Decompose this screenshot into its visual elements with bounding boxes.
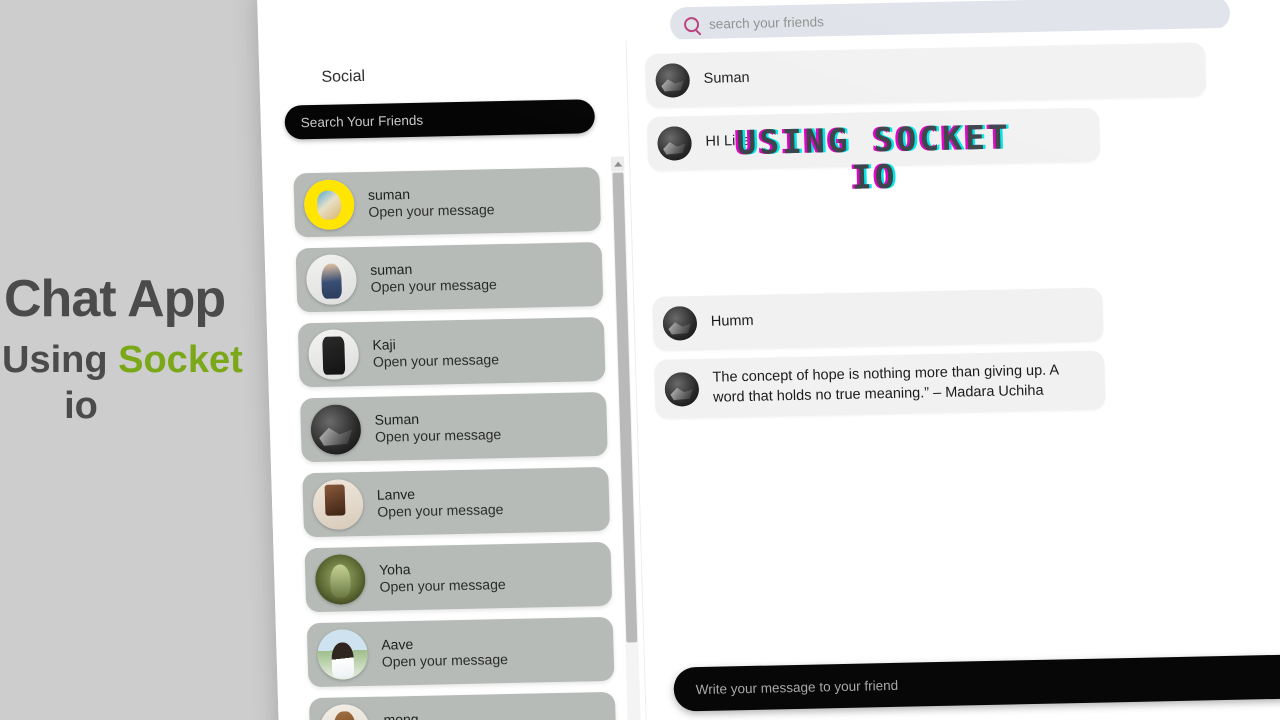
avatar bbox=[303, 179, 355, 231]
promo-line-1: Chat App bbox=[4, 270, 226, 328]
friend-search-input[interactable]: Search Your Friends bbox=[284, 99, 596, 140]
friend-subtitle: Open your message bbox=[381, 651, 509, 670]
chat-panel: Suman HI Lisa Oh Do the per bbox=[626, 25, 1280, 720]
message-input-placeholder: Write your message to your friend bbox=[695, 677, 899, 697]
friend-list-item[interactable]: suman Open your message bbox=[293, 167, 602, 238]
avatar bbox=[305, 254, 358, 306]
message-row: n bbox=[638, 417, 1280, 475]
message-bubble[interactable]: Humm bbox=[652, 287, 1104, 352]
friend-subtitle: Open your message bbox=[370, 276, 497, 295]
avatar bbox=[314, 554, 367, 606]
avatar bbox=[319, 703, 371, 720]
scroll-up-button[interactable] bbox=[610, 156, 625, 171]
promo-line-2: Using Socket bbox=[0, 337, 302, 385]
friend-list-item[interactable]: mong Open your message bbox=[308, 691, 617, 720]
message-list[interactable]: Suman HI Lisa Oh Do the per bbox=[626, 26, 1280, 646]
friend-list-item[interactable]: Kaji Open your message bbox=[297, 316, 606, 388]
message-text: Suman bbox=[703, 70, 750, 88]
promo-title: Chat App Using Socket io bbox=[0, 272, 302, 430]
promo-line-2-prefix: Using bbox=[2, 338, 119, 381]
avatar bbox=[655, 63, 691, 98]
avatar bbox=[316, 628, 369, 681]
avatar bbox=[310, 404, 362, 456]
message-row: The concept of hope is nothing more than… bbox=[636, 346, 1280, 420]
friend-subtitle: Open your message bbox=[372, 351, 500, 370]
message-input[interactable]: Write your message to your friend bbox=[673, 650, 1280, 712]
friend-subtitle: Open your message bbox=[368, 201, 495, 220]
friend-name: mong bbox=[383, 710, 419, 720]
friend-search-placeholder: Search Your Friends bbox=[300, 112, 424, 130]
friend-subtitle: Open your message bbox=[374, 426, 502, 445]
app-window: search your friends Social Search Your F… bbox=[256, 0, 1280, 720]
friend-list-item[interactable]: Suman Open your message bbox=[299, 391, 608, 463]
global-search-placeholder: search your friends bbox=[708, 13, 825, 32]
sidebar: Social Search Your Friends suman Open yo… bbox=[258, 40, 648, 720]
promo-line-3: io bbox=[64, 385, 98, 428]
search-icon bbox=[683, 16, 700, 32]
screenshot-stage: Chat App Using Socket io search your fri… bbox=[0, 0, 1280, 720]
friend-subtitle: Open your message bbox=[379, 576, 506, 595]
friend-subtitle: Open your message bbox=[377, 501, 504, 520]
message-bubble[interactable]: The concept of hope is nothing more than… bbox=[653, 350, 1106, 420]
friend-list-item[interactable]: Yoha Open your message bbox=[304, 541, 613, 613]
friend-list-item[interactable]: Aave Open your message bbox=[306, 616, 615, 688]
chevron-up-icon bbox=[613, 161, 622, 167]
message-text: Humm bbox=[710, 313, 754, 331]
avatar bbox=[312, 479, 364, 531]
avatar bbox=[657, 126, 693, 161]
message-bubble[interactable]: Suman bbox=[644, 42, 1207, 109]
message-text: The concept of hope is nothing more than… bbox=[712, 362, 1059, 406]
avatar bbox=[307, 329, 360, 381]
message-row: Suman bbox=[627, 40, 1280, 109]
composer: Write your message to your friend bbox=[644, 631, 1280, 720]
friend-list-item[interactable]: Lanve Open your message bbox=[302, 466, 611, 538]
avatar bbox=[664, 371, 700, 407]
avatar bbox=[662, 306, 698, 341]
friend-list[interactable]: suman Open your message suman Open your … bbox=[262, 156, 647, 720]
sidebar-title: Social bbox=[321, 67, 366, 86]
friend-list-item[interactable]: suman Open your message bbox=[295, 241, 604, 313]
promo-line-2-accent: Socket bbox=[118, 338, 243, 381]
